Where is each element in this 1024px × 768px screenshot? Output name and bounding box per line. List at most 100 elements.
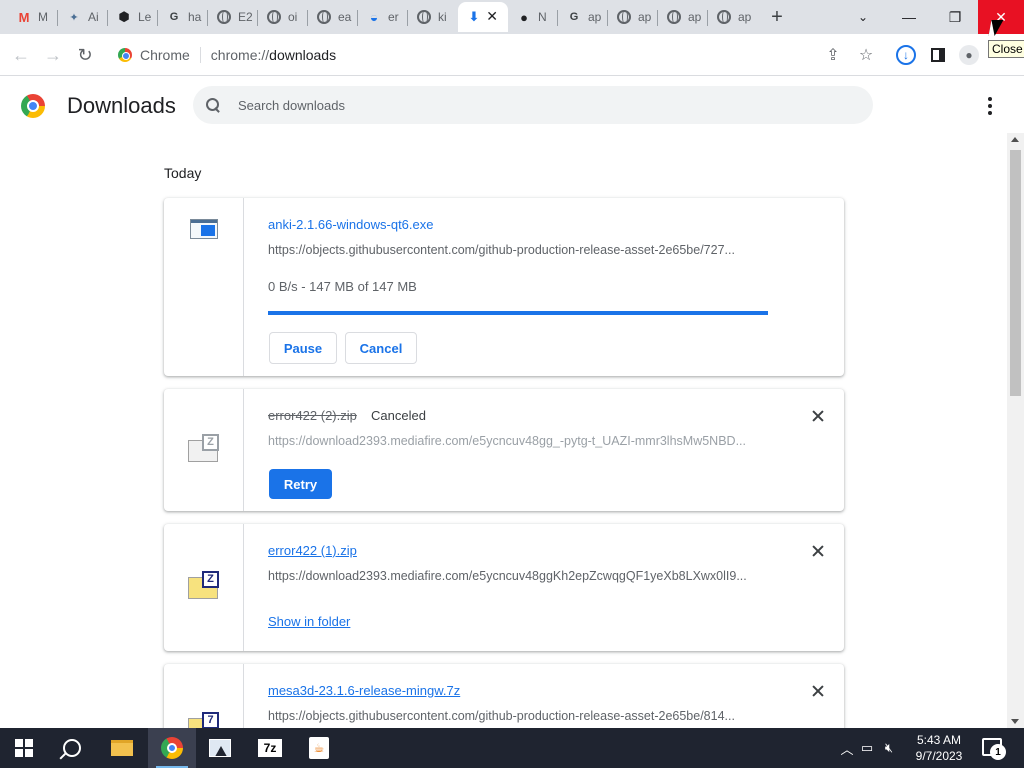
tab-ap-google[interactable]: G ap [558,2,608,32]
forward-button[interactable]: → [40,42,66,68]
tab-er[interactable]: ◒ er [358,2,408,32]
page-scrollbar[interactable] [1007,133,1024,728]
downloads-list: Today anki-2.1.66-windows-qt6.exe https:… [0,133,1007,728]
file-url[interactable]: https://download2393.mediafire.com/e5ycn… [268,434,768,448]
file-url[interactable]: https://download2393.mediafire.com/e5ycn… [268,569,768,583]
profile-button[interactable]: ● [958,44,980,66]
file-name-link[interactable]: error422 (1).zip [268,543,357,558]
search-downloads-input[interactable] [238,97,838,113]
tab-ap-3[interactable]: ap [658,2,708,32]
progress-status: 0 B/s - 147 MB of 147 MB [268,279,417,294]
taskbar-chrome[interactable] [148,728,196,768]
downloads-header: Downloads [0,77,1024,133]
volume-muted-icon[interactable]: 🔇︎ [878,740,900,756]
tab-search-button[interactable]: ⌄ [840,0,886,34]
globe-icon [216,9,232,25]
address-bar[interactable]: Chrome chrome://downloads [108,39,888,71]
restore-button[interactable]: ❐ [932,0,978,34]
tab-close-icon[interactable]: ✕ [486,8,498,25]
tab-ea[interactable]: ea [308,2,358,32]
tab-github[interactable]: ● N [508,2,558,32]
tray-overflow-chevron-icon[interactable]: ︿ [838,739,856,758]
arrow-left-icon: ← [12,44,30,65]
globe-icon [416,9,432,25]
site-chip[interactable]: Chrome [118,47,190,63]
tab-title: ap [638,10,652,24]
file-url[interactable]: https://objects.githubusercontent.com/gi… [268,709,768,723]
taskbar-clock[interactable]: 5:43 AM 9/7/2023 [912,732,966,764]
tab-le[interactable]: ⬢ Le [108,2,158,32]
scroll-down-arrow-icon[interactable] [1011,719,1019,724]
cancel-button[interactable]: Cancel [345,332,417,364]
minimize-icon: — [902,9,916,25]
tab-title: oi [288,10,298,24]
clock-date: 9/7/2023 [915,749,963,763]
scrollbar-thumb[interactable] [1010,150,1021,396]
bookmark-button[interactable]: ☆ [855,44,877,66]
canceled-status: Canceled [371,408,426,423]
taskbar-7zip[interactable]: 7z [246,728,294,768]
remove-item-button[interactable] [810,683,826,699]
close-tooltip: Close [988,40,1024,58]
retry-button[interactable]: Retry [269,469,332,499]
download-icon: ⬇ [468,9,480,24]
minimize-button[interactable]: — [886,0,932,34]
page-title: Downloads [67,93,176,118]
network-icon[interactable]: ▭ [856,740,878,756]
java-icon: ☕ [309,737,329,759]
reload-button[interactable]: ↻ [72,42,98,68]
chrome-icon [161,737,183,759]
pause-button[interactable]: Pause [269,332,337,364]
taskbar-file-explorer[interactable] [98,728,146,768]
globe-icon [316,9,332,25]
search-downloads-box[interactable] [193,86,873,124]
globe-icon [716,9,732,25]
windows-logo-icon [15,739,33,757]
taskbar-photos[interactable] [196,728,244,768]
back-button[interactable]: ← [8,42,34,68]
tab-gmail[interactable]: M M [8,2,58,32]
show-in-folder-link[interactable]: Show in folder [268,614,350,629]
remove-item-button[interactable] [810,543,826,559]
tab-ap-2[interactable]: ap [608,2,658,32]
file-icon-column: Z [164,524,244,651]
notification-count-badge: 1 [990,744,1006,760]
tab-downloads[interactable]: ⬇ ✕ [458,2,508,32]
file-name-link[interactable]: mesa3d-23.1.6-release-mingw.7z [268,683,460,698]
more-actions-button[interactable] [980,95,1000,117]
taskbar-java[interactable]: ☕ [295,728,343,768]
file-name-link[interactable]: anki-2.1.66-windows-qt6.exe [268,217,433,232]
url-scheme: chrome:// [210,47,270,63]
chrome-icon [118,48,132,62]
more-vert-dot [988,104,992,108]
share-button[interactable]: ⇪ [822,44,844,66]
start-button[interactable] [0,728,48,768]
file-url[interactable]: https://objects.githubusercontent.com/gi… [268,243,768,257]
url-text[interactable]: chrome://downloads [211,47,336,63]
restore-icon: ❐ [948,8,962,25]
chrome-logo-icon [21,94,45,118]
taskbar-search-button[interactable] [48,728,96,768]
tab-title: Ai [88,10,99,24]
new-tab-button[interactable]: + [766,6,788,29]
tab-oi[interactable]: oi [258,2,308,32]
more-vert-dot [988,111,992,115]
scroll-up-arrow-icon[interactable] [1011,137,1019,142]
tab-ai[interactable]: ✦ Ai [58,2,108,32]
tab-ap-4[interactable]: ap [708,2,758,32]
side-panel-button[interactable] [927,44,949,66]
arrow-right-icon: → [44,44,62,65]
windows-taskbar: 7z ☕ ︿ ▭ 🔇︎ 5:43 AM 9/7/2023 1 [0,728,1024,768]
tab-ha[interactable]: G ha [158,2,208,32]
progress-bar [268,311,768,315]
tab-ki[interactable]: ki [408,2,458,32]
tab-title: Le [138,10,152,24]
remove-item-button[interactable] [810,408,826,424]
7z-file-icon: 7 [188,712,220,728]
system-tray: ︿ ▭ 🔇︎ [838,728,900,768]
download-item: 7 mesa3d-23.1.6-release-mingw.7z https:/… [164,664,844,728]
more-vert-dot [988,97,992,101]
tab-e2[interactable]: E2 [208,2,258,32]
downloads-toolbar-button[interactable]: ↓ [895,44,917,66]
file-icon-column: Z [164,389,244,511]
